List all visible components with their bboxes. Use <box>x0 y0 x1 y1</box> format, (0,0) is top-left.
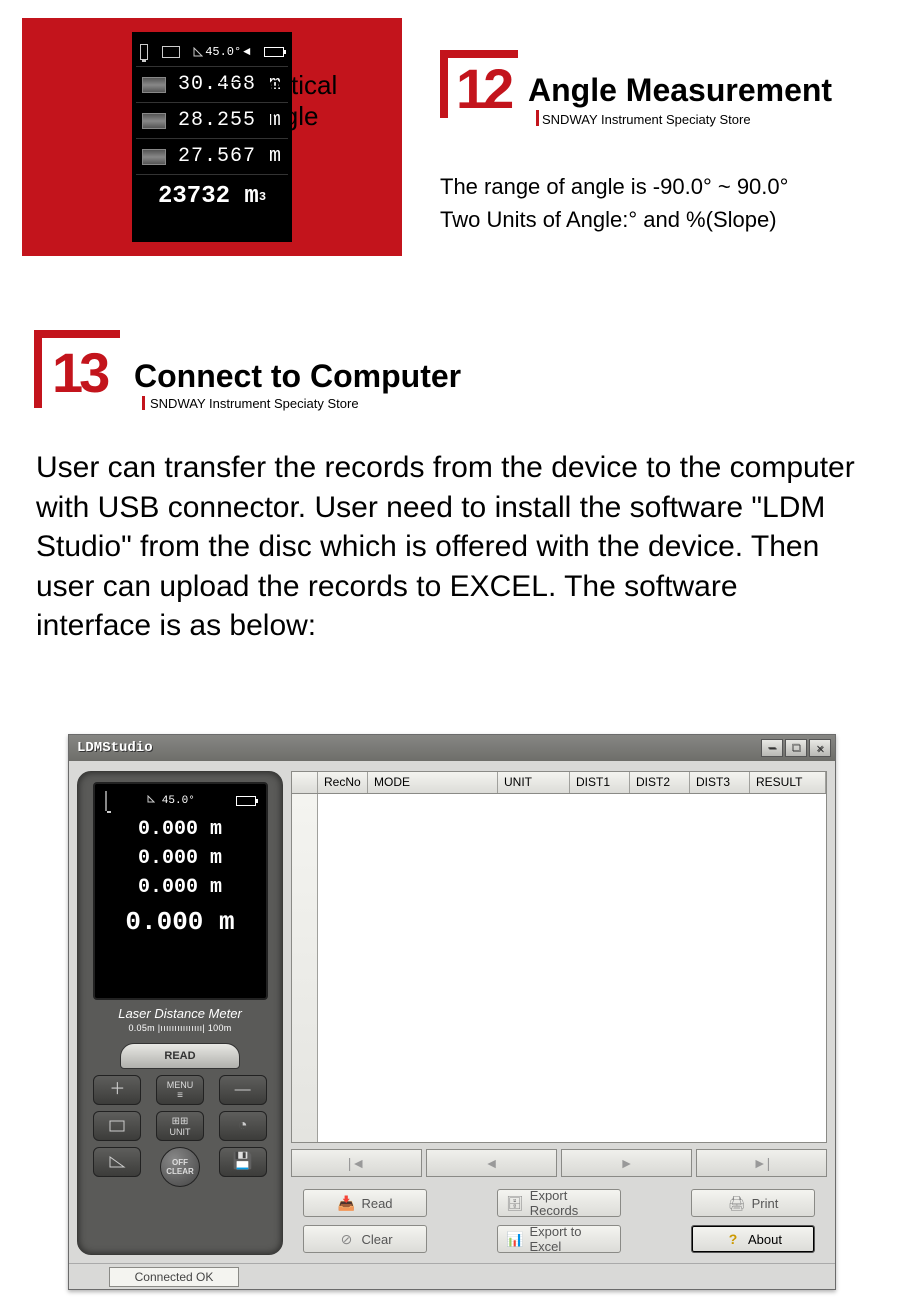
data-pane: RecNo MODE UNIT DIST1 DIST2 DIST3 RESULT… <box>291 771 827 1255</box>
section-12-body: The range of angle is -90.0° ~ 90.0° Two… <box>440 170 880 236</box>
key-off-clear[interactable]: OFFCLEAR <box>160 1147 200 1187</box>
angle-value: 45.0° <box>205 45 241 59</box>
key-timer[interactable]: ◔ <box>219 1111 267 1141</box>
callout-label: Vertical Angle <box>252 70 402 132</box>
action-buttons: 📥Read 🗄Export Records 🖨Print ⊘Clear 📊Exp… <box>291 1183 827 1255</box>
body-line-2: Two Units of Angle:° and %(Slope) <box>440 203 880 236</box>
wall-icon <box>142 77 166 93</box>
preview-row-2: 0.000 m <box>101 847 260 870</box>
col-result[interactable]: RESULT <box>750 772 826 793</box>
grid-selector-col <box>292 772 318 793</box>
key-minus[interactable]: — <box>219 1075 267 1105</box>
device-scale-label: 0.05m |ııııııııııııııı| 100m <box>128 1023 231 1033</box>
section-number: 13 <box>52 340 106 405</box>
plus-icon: ＋ <box>109 1082 125 1098</box>
maximize-button[interactable]: □ <box>785 739 807 757</box>
preview-row-3: 0.000 m <box>101 876 260 899</box>
section-12-header: 12 Angle Measurement SNDWAY Instrument S… <box>440 50 880 130</box>
export-records-button[interactable]: 🗄Export Records <box>497 1189 621 1217</box>
preview-screen: 45.0° 0.000 m 0.000 m 0.000 m 0.000 m <box>93 782 268 1000</box>
device-model-label: Laser Distance Meter <box>118 1006 242 1021</box>
angle-icon <box>147 795 155 803</box>
device-hero: 45.0° ◄ 30.468 m 28.255 m 27.567 m 23732… <box>22 18 402 256</box>
section-number: 12 <box>456 56 510 121</box>
connection-status: Connected OK <box>109 1267 239 1287</box>
col-recno[interactable]: RecNo <box>318 772 368 793</box>
section-13-header: 13 Connect to Computer SNDWAY Instrument… <box>34 330 494 420</box>
read-button[interactable]: 📥Read <box>303 1189 427 1217</box>
print-button[interactable]: 🖨Print <box>691 1189 815 1217</box>
key-area[interactable] <box>93 1111 141 1141</box>
battery-icon <box>264 47 284 57</box>
key-save[interactable]: 💾 <box>219 1147 267 1177</box>
grid-body <box>292 794 826 1142</box>
clear-button[interactable]: ⊘Clear <box>303 1225 427 1253</box>
key-pythagoras[interactable] <box>93 1147 141 1177</box>
key-menu[interactable]: MENU≡ <box>156 1075 204 1105</box>
nav-last[interactable]: ►| <box>696 1149 827 1177</box>
col-unit[interactable]: UNIT <box>498 772 570 793</box>
section-title: Angle Measurement <box>528 72 832 109</box>
title-bar: LDMStudio ― □ ✕ <box>69 735 835 761</box>
col-mode[interactable]: MODE <box>368 772 498 793</box>
grid-header: RecNo MODE UNIT DIST1 DIST2 DIST3 RESULT <box>292 772 826 794</box>
ldm-studio-window: LDMStudio ― □ ✕ 45.0° 0.000 m 0.000 m <box>68 734 836 1290</box>
measure-total: 23732 m3 <box>136 174 288 218</box>
device-screen: 45.0° ◄ 30.468 m 28.255 m 27.567 m 23732… <box>132 32 292 242</box>
mode-icon <box>162 46 180 58</box>
wall-icon <box>142 113 166 129</box>
area-icon <box>107 1119 127 1133</box>
col-dist1[interactable]: DIST1 <box>570 772 630 793</box>
device-keypad: READ ＋ MENU≡ — ⊞⊞UNIT ◔ OFFCLEAR 💾 <box>90 1043 270 1187</box>
section-subtitle: SNDWAY Instrument Speciaty Store <box>542 112 751 127</box>
preview-row-1: 0.000 m <box>101 818 260 841</box>
angle-readout: 45.0° ◄ <box>193 45 250 59</box>
angle-arrow-icon: ◄ <box>243 45 250 59</box>
clear-icon: ⊘ <box>337 1231 355 1247</box>
section-title: Connect to Computer <box>134 358 461 395</box>
nav-prev[interactable]: ◄ <box>426 1149 557 1177</box>
battery-icon <box>236 796 256 806</box>
help-icon: ? <box>724 1231 742 1247</box>
angle-icon <box>193 47 203 57</box>
accent-bar <box>536 110 539 126</box>
nav-next[interactable]: ► <box>561 1149 692 1177</box>
accent-bar <box>142 396 145 410</box>
measure-3: 27.567 m <box>174 145 282 168</box>
wall-icon <box>142 149 166 165</box>
status-bar: Connected OK <box>69 1263 835 1289</box>
export-excel-button[interactable]: 📊Export to Excel <box>497 1225 621 1253</box>
key-unit[interactable]: ⊞⊞UNIT <box>156 1111 204 1141</box>
export-icon: 🗄 <box>506 1195 524 1211</box>
key-plus[interactable]: ＋ <box>93 1075 141 1105</box>
grid-gutter <box>292 794 318 1142</box>
device-preview-panel: 45.0° 0.000 m 0.000 m 0.000 m 0.000 m La… <box>77 771 283 1255</box>
print-icon: 🖨 <box>728 1195 746 1211</box>
key-read[interactable]: READ <box>120 1043 240 1069</box>
read-icon: 📥 <box>337 1195 355 1211</box>
excel-icon: 📊 <box>506 1231 523 1247</box>
window-title: LDMStudio <box>77 740 153 756</box>
minimize-button[interactable]: ― <box>761 739 783 757</box>
grid-rows-empty <box>318 794 826 1142</box>
section-subtitle: SNDWAY Instrument Speciaty Store <box>150 396 359 411</box>
nav-row: |◄ ◄ ► ►| <box>291 1149 827 1177</box>
reference-icon <box>140 44 148 60</box>
preview-row-big: 0.000 m <box>101 907 260 937</box>
records-grid[interactable]: RecNo MODE UNIT DIST1 DIST2 DIST3 RESULT <box>291 771 827 1143</box>
reference-icon <box>105 792 107 810</box>
col-dist2[interactable]: DIST2 <box>630 772 690 793</box>
body-line-1: The range of angle is -90.0° ~ 90.0° <box>440 170 880 203</box>
nav-first[interactable]: |◄ <box>291 1149 422 1177</box>
timer-icon: ◔ <box>238 1118 248 1134</box>
close-button[interactable]: ✕ <box>809 739 831 757</box>
triangle-icon <box>107 1155 127 1169</box>
minus-icon: — <box>235 1082 251 1098</box>
preview-angle: 45.0° <box>147 795 195 807</box>
col-dist3[interactable]: DIST3 <box>690 772 750 793</box>
section-13-body: User can transfer the records from the d… <box>36 448 856 646</box>
about-button[interactable]: ?About <box>691 1225 815 1253</box>
callout-arrow <box>212 82 248 83</box>
save-icon: 💾 <box>233 1154 253 1170</box>
